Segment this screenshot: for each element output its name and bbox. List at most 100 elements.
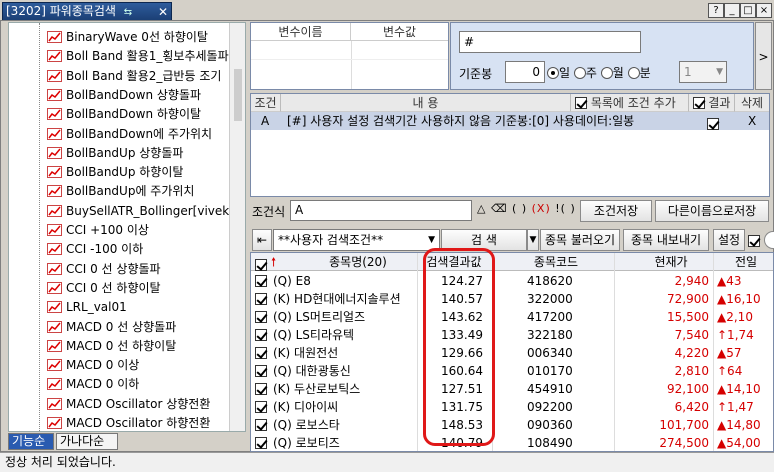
expr-input[interactable]: A [290, 200, 472, 221]
row-checkbox[interactable] [255, 311, 267, 323]
chart-line-icon [47, 338, 62, 352]
table-row[interactable]: (Q) 로보티즈 140.79 108490 274,500 ▲54,00 [251, 434, 761, 451]
select-all-checkbox[interactable] [255, 259, 267, 271]
condition-list-item[interactable]: BuySellATR_Bollinger[vivekm] [47, 201, 229, 221]
settings-checkbox[interactable] [748, 234, 760, 248]
radio-minute[interactable] [627, 67, 640, 79]
stock-name: (K) HD현대에너지솔루션 [273, 292, 401, 306]
stock-code: 417200 [527, 310, 573, 324]
row-checkbox[interactable] [255, 419, 267, 431]
radio-week[interactable] [573, 67, 586, 79]
radio-month[interactable] [600, 67, 613, 79]
back-arrow-icon[interactable]: ⇤ [252, 229, 272, 251]
condition-list-item[interactable]: BollBandUp에 주가위치 [47, 181, 229, 201]
condition-list-item[interactable]: MACD 0 선 상향돌파 [47, 317, 229, 337]
col-stock-code[interactable]: 종목코드 [501, 253, 611, 271]
col-stock-name[interactable]: 종목명(20) [303, 253, 413, 271]
save-condition-button[interactable]: 조건저장 [580, 200, 652, 222]
table-row[interactable]: (K) 디아이씨 131.75 092200 6,420 ↑1,47 [251, 398, 756, 416]
condition-list-item[interactable]: BinaryWave 0선 하향이탈 [47, 27, 229, 47]
maximize-button[interactable]: □ [740, 3, 756, 18]
row-checkbox[interactable] [255, 293, 267, 305]
col-result[interactable]: 결과 [689, 94, 735, 112]
condition-tree[interactable]: BinaryWave 0선 하향이탈 Boll Band 활용1_횡보추세돌파 Bo… [8, 22, 246, 432]
stock-name: (K) 디아이씨 [273, 400, 339, 414]
condition-list-item[interactable]: CCI 0 선 상향돌파 [47, 259, 229, 279]
save-as-button[interactable]: 다른이름으로저장 [655, 200, 769, 222]
search-condition-select[interactable]: **사용자 검색조건** ▼ [273, 229, 440, 251]
tab-alphabetical[interactable]: 가나다순 [56, 433, 118, 450]
row-checkbox[interactable] [255, 383, 267, 395]
scroll-thumb[interactable] [234, 69, 242, 121]
expand-button[interactable]: > [755, 22, 772, 90]
base-bar-input[interactable]: 0 [505, 61, 545, 83]
minimize-button[interactable]: _ [724, 3, 740, 18]
condition-list-label: BollBandUp에 주가위치 [66, 184, 195, 199]
condition-list-item[interactable]: BollBandDown 상향돌파 [47, 85, 229, 105]
row-checkbox[interactable] [255, 401, 267, 413]
table-row[interactable]: (Q) LS머트리얼즈 143.62 417200 15,500 ▲2,10 [251, 308, 756, 326]
result-all-checkbox[interactable] [692, 97, 705, 109]
row-checkbox[interactable] [255, 329, 267, 341]
row-checkbox[interactable] [255, 347, 267, 359]
condition-list-item[interactable]: CCI +100 이상 [47, 220, 229, 240]
export-stocks-button[interactable]: 종목 내보내기 [623, 229, 709, 251]
table-row[interactable]: (Q) LS티라유텍 133.49 322180 7,540 ↑1,74 [251, 326, 756, 344]
table-row[interactable]: (Q) 대한광통신 160.64 010170 2,810 ↑64 [251, 362, 756, 380]
triangle-icon[interactable]: △ [477, 202, 486, 215]
condition-list-item[interactable]: MACD 0 이상 [47, 355, 229, 375]
row-checkbox[interactable] [255, 437, 267, 449]
condition-list-label: LRL_val01 [66, 300, 127, 315]
table-row[interactable]: (K) 두산로보틱스 127.51 454910 92,100 ▲14,10 [251, 380, 761, 398]
close-button[interactable]: × [756, 3, 772, 18]
table-row[interactable]: (K) 대원전선 129.66 006340 4,220 ▲57 [251, 344, 756, 362]
condition-result-checkbox[interactable] [707, 118, 719, 130]
condition-delete-button[interactable]: X [748, 112, 756, 130]
tab-function-order[interactable]: 기능순 [8, 433, 54, 450]
condition-list-item[interactable]: BollBandDown에 주가위치 [47, 124, 229, 144]
condition-list-item[interactable]: Boll Band 활용1_횡보추세돌파 [47, 46, 229, 66]
condition-list-item[interactable]: MACD 0 이하 [47, 374, 229, 394]
search-dropdown-icon[interactable]: ▼ [527, 229, 539, 251]
condition-list-item[interactable]: CCI 0 선 하향이탈 [47, 278, 229, 298]
add-all-checkbox[interactable] [575, 97, 587, 109]
pin-icon[interactable]: ⇆ [124, 5, 132, 21]
condition-list-item[interactable]: BollBandDown 하향이탈 [47, 104, 229, 124]
condition-list-item[interactable]: MACD Oscillator 상향전환 [47, 394, 229, 414]
row-checkbox[interactable] [255, 275, 267, 287]
condition-list-item[interactable]: LRL_val01 [47, 297, 229, 317]
help-button[interactable]: ? [708, 3, 724, 18]
condition-list-item[interactable]: MACD Oscillator 하향전환 [47, 413, 229, 431]
period-radios: 일 주 월 분 [547, 64, 651, 81]
condition-list-item[interactable]: BollBandUp 상향돌파 [47, 143, 229, 163]
col-var-value: 변수값 [351, 23, 448, 41]
condition-list-item[interactable]: BollBandUp 하향이탈 [47, 162, 229, 182]
sort-up-icon[interactable]: 🠕 [271, 253, 276, 271]
table-row[interactable]: (Q) E8 124.27 418620 2,940 ▲43 [251, 272, 756, 290]
table-row[interactable]: (Q) 로보스타 148.53 090360 101,700 ▲14,80 [251, 416, 761, 434]
formula-input[interactable]: # [459, 31, 641, 53]
condition-row[interactable]: A [#] 사용자 설정 검색기간 사용하지 않음 기준봉:[0] 사용데이터:… [251, 112, 769, 130]
change-value: ▲57 [717, 346, 742, 360]
close-tab-icon[interactable]: ✕ [158, 4, 168, 20]
paren-icon[interactable]: ( ) [512, 202, 527, 215]
window-tab[interactable]: [3202] 파워종목검색 ⇆ ✕ [2, 2, 172, 20]
condition-list-item[interactable]: CCI -100 이하 [47, 239, 229, 259]
minute-select[interactable]: 1 ▼ [679, 61, 727, 83]
not-paren-icon[interactable]: !( ) [555, 202, 576, 215]
col-change[interactable]: 전일 [721, 253, 771, 271]
tree-scrollbar[interactable] [229, 23, 245, 431]
stock-name: (Q) LS티라유텍 [273, 328, 355, 342]
chart-line-icon [47, 415, 62, 429]
col-price[interactable]: 현재가 [631, 253, 711, 271]
eraser-icon[interactable]: ⌫ [491, 202, 508, 215]
radio-day[interactable] [547, 67, 559, 79]
load-stocks-button[interactable]: 종목 불러오기 [540, 229, 620, 251]
table-row[interactable]: (K) HD현대에너지솔루션 140.57 322000 72,900 ▲16,10 [251, 290, 761, 308]
col-add-to-list[interactable]: 목록에 조건 추가 [571, 94, 689, 112]
condition-list-item[interactable]: Boll Band 활용2_급반등 조기 [47, 66, 229, 86]
settings-button[interactable]: 설정 [713, 229, 745, 251]
not-x-icon[interactable]: (X) [532, 202, 551, 215]
condition-list-item[interactable]: MACD 0 선 하향이탈 [47, 336, 229, 356]
row-checkbox[interactable] [255, 365, 267, 377]
